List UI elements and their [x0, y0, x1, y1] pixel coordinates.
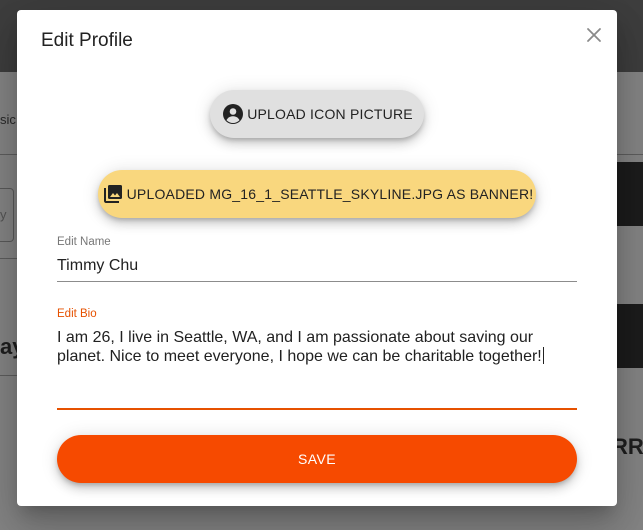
- edit-bio-label: Edit Bio: [57, 308, 97, 320]
- edit-bio-line: planet. Nice to meet everyone, I hope we…: [57, 348, 542, 365]
- save-button-label: SAVE: [298, 451, 336, 467]
- text-caret: [542, 347, 544, 364]
- edit-bio-line: I am 26, I live in Seattle, WA, and I am…: [57, 329, 534, 346]
- edit-bio-line-wrapper: planet. Nice to meet everyone, I hope we…: [57, 347, 577, 366]
- photo-library-icon: [103, 185, 122, 203]
- upload-icon-picture-button[interactable]: UPLOAD ICON PICTURE: [210, 90, 424, 138]
- account-circle-icon: [223, 104, 244, 124]
- edit-name-input[interactable]: Timmy Chu: [57, 256, 138, 275]
- upload-banner-button[interactable]: UPLOADED MG_16_1_SEATTLE_SKYLINE.JPG AS …: [98, 170, 536, 218]
- close-button[interactable]: [581, 22, 607, 48]
- edit-name-underline: [57, 281, 577, 282]
- background-divider: [617, 154, 643, 155]
- close-icon: [587, 28, 601, 42]
- edit-name-label: Edit Name: [57, 236, 111, 248]
- background-text-fragment: sic: [0, 112, 16, 127]
- edit-profile-dialog: Edit Profile UPLOAD ICON PICTURE UPLOADE…: [17, 10, 617, 506]
- upload-icon-picture-label: UPLOAD ICON PICTURE: [247, 106, 413, 122]
- upload-banner-label: UPLOADED MG_16_1_SEATTLE_SKYLINE.JPG AS …: [126, 186, 534, 202]
- dialog-title: Edit Profile: [41, 30, 133, 51]
- save-button[interactable]: SAVE: [57, 435, 577, 483]
- background-text-fragment: y: [0, 207, 7, 222]
- edit-bio-underline: [57, 408, 577, 410]
- edit-bio-input[interactable]: I am 26, I live in Seattle, WA, and I am…: [57, 328, 577, 366]
